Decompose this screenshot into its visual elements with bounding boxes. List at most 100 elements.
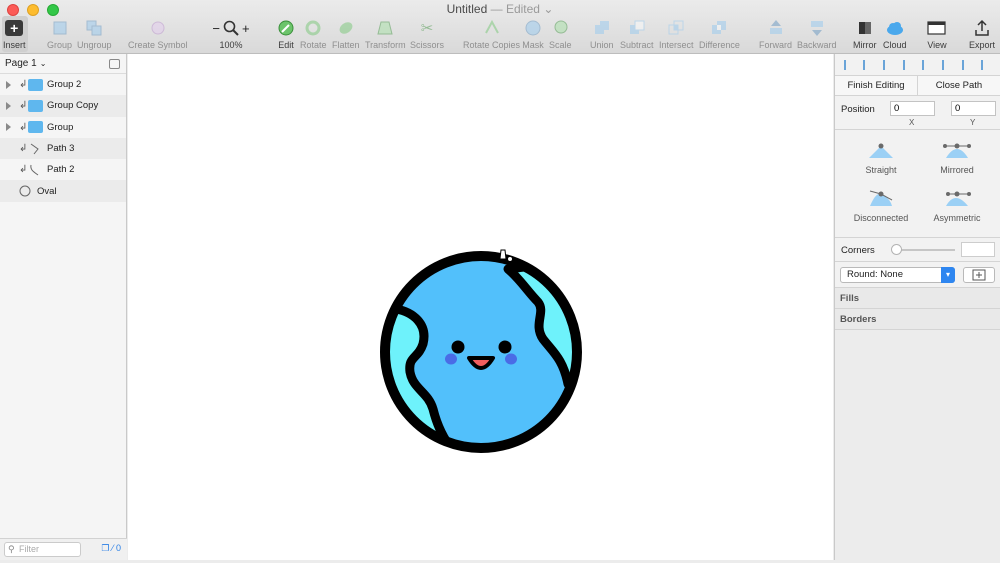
rounding-section: Round: None ▾ <box>835 262 1000 288</box>
corners-input[interactable] <box>961 242 995 257</box>
insert-tool[interactable]: + Insert <box>3 18 26 52</box>
chevron-down-icon: ⌄ <box>39 59 47 68</box>
path-options-button[interactable] <box>963 267 995 283</box>
zoom-icon: − + <box>212 20 250 36</box>
filter-bar: ⚲ Filter ❐ ⁄ 0 <box>0 538 127 560</box>
rotate-copies-button[interactable]: Rotate Copies <box>463 18 520 52</box>
union-button[interactable]: Union <box>590 18 614 52</box>
layer-row[interactable]: ↲ Group Copy <box>0 95 126 117</box>
subtract-icon <box>626 18 648 38</box>
mask-arrow-icon: ↲ <box>19 143 28 155</box>
symbol-filter-icon[interactable]: ❐ <box>101 543 109 553</box>
point-type-mirrored[interactable]: Mirrored <box>917 140 997 175</box>
position-x-input[interactable] <box>890 101 935 116</box>
distribute-vertical-icon[interactable] <box>981 59 991 70</box>
scale-button[interactable]: Scale <box>549 18 572 52</box>
chevron-down-icon: ▾ <box>941 267 955 283</box>
borders-section-header[interactable]: Borders <box>835 309 1000 330</box>
symbol-icon <box>147 18 169 38</box>
close-path-button[interactable]: Close Path <box>918 76 1000 95</box>
point-type-section: Straight Mirrored Disconnected Asymmetri… <box>835 130 1000 238</box>
search-icon: ⚲ <box>8 544 15 554</box>
group-button[interactable]: Group <box>47 18 72 52</box>
arrow-down-icon <box>806 18 828 38</box>
straight-point-icon <box>869 143 893 158</box>
mask-arrow-icon: ↲ <box>19 79 28 91</box>
corners-section: Corners <box>835 238 1000 262</box>
align-middle-icon[interactable] <box>922 59 932 70</box>
point-type-asymmetric[interactable]: Asymmetric <box>917 188 997 223</box>
distribute-horizontal-icon[interactable] <box>961 59 972 70</box>
scissors-button[interactable]: ✂ Scissors <box>410 18 444 52</box>
filter-input[interactable]: ⚲ Filter <box>4 542 81 557</box>
position-y-input[interactable] <box>951 101 996 116</box>
disconnected-point-icon <box>869 190 893 206</box>
align-right-icon[interactable] <box>883 59 893 70</box>
disclosure-triangle-icon[interactable] <box>6 101 11 110</box>
path-icon <box>28 143 43 155</box>
create-symbol-button[interactable]: Create Symbol <box>128 18 188 52</box>
transform-button[interactable]: Transform <box>365 18 406 52</box>
right-eye <box>498 340 512 354</box>
align-left-icon[interactable] <box>843 59 854 70</box>
rotate-icon <box>302 18 324 38</box>
layers-panel: Page 1 ⌄ ↲ Group 2 ↲ Group Copy ↲ Group … <box>0 54 127 560</box>
point-type-disconnected[interactable]: Disconnected <box>841 188 921 223</box>
align-center-icon[interactable] <box>863 59 873 70</box>
earth-illustration[interactable] <box>128 54 833 560</box>
corners-slider-track[interactable] <box>893 249 955 251</box>
layer-row[interactable]: Oval <box>0 180 126 202</box>
flatten-button[interactable]: Flatten <box>332 18 360 52</box>
mask-arrow-icon: ↲ <box>19 121 28 133</box>
rotate-button[interactable]: Rotate <box>300 18 327 52</box>
rotate-copies-icon <box>481 18 503 38</box>
cloud-button[interactable]: Cloud <box>883 18 907 52</box>
flatten-icon <box>335 18 357 38</box>
add-page-icon[interactable] <box>109 59 120 69</box>
point-type-straight[interactable]: Straight <box>841 140 921 175</box>
filter-options[interactable]: ❐ ⁄ 0 <box>101 543 121 554</box>
position-section: Position X Y <box>835 96 1000 130</box>
ungroup-button[interactable]: Ungroup <box>77 18 112 52</box>
path-options-icon <box>972 269 986 281</box>
subtract-button[interactable]: Subtract <box>620 18 654 52</box>
backward-button[interactable]: Backward <box>797 18 837 52</box>
ungroup-icon <box>83 18 105 38</box>
export-button[interactable]: Export <box>969 18 995 52</box>
left-blush <box>445 353 457 365</box>
forward-button[interactable]: Forward <box>759 18 792 52</box>
slice-filter-icon[interactable]: ⁄ <box>112 543 114 553</box>
page-selector[interactable]: Page 1 ⌄ <box>0 54 126 74</box>
intersect-button[interactable]: Intersect <box>659 18 694 52</box>
union-icon <box>591 18 613 38</box>
edit-button[interactable]: Edit <box>275 18 297 52</box>
mask-button[interactable]: Mask <box>522 18 544 52</box>
layer-row[interactable]: ↲ Group 2 <box>0 74 126 95</box>
layer-row[interactable]: ↲ Path 3 <box>0 137 126 160</box>
mirror-button[interactable]: Mirror <box>853 18 877 52</box>
disclosure-triangle-icon[interactable] <box>6 123 11 132</box>
folder-icon <box>28 99 43 112</box>
finish-editing-button[interactable]: Finish Editing <box>835 76 918 95</box>
fills-section-header[interactable]: Fills <box>835 288 1000 309</box>
align-bottom-icon[interactable] <box>941 59 952 70</box>
alignment-toolbar <box>835 54 1000 76</box>
layer-row[interactable]: ↲ Group <box>0 117 126 138</box>
mirrored-point-icon <box>943 143 971 158</box>
layer-row[interactable]: ↲ Path 2 <box>0 159 126 180</box>
asymmetric-point-icon <box>946 191 971 206</box>
corners-slider-knob[interactable] <box>891 244 902 255</box>
difference-button[interactable]: Difference <box>699 18 740 52</box>
round-select[interactable]: Round: None ▾ <box>840 267 955 283</box>
intersect-icon <box>665 18 687 38</box>
export-icon <box>971 18 993 38</box>
disclosure-triangle-icon[interactable] <box>6 80 11 89</box>
zoom-control[interactable]: − + 100% <box>208 18 254 52</box>
view-icon <box>926 18 948 38</box>
align-top-icon[interactable] <box>902 59 913 70</box>
cloud-icon <box>884 18 906 38</box>
view-button[interactable]: View <box>926 18 948 52</box>
canvas[interactable] <box>128 54 833 560</box>
edit-icon <box>275 18 297 38</box>
chevron-down-icon[interactable]: ⌄ <box>543 2 553 16</box>
